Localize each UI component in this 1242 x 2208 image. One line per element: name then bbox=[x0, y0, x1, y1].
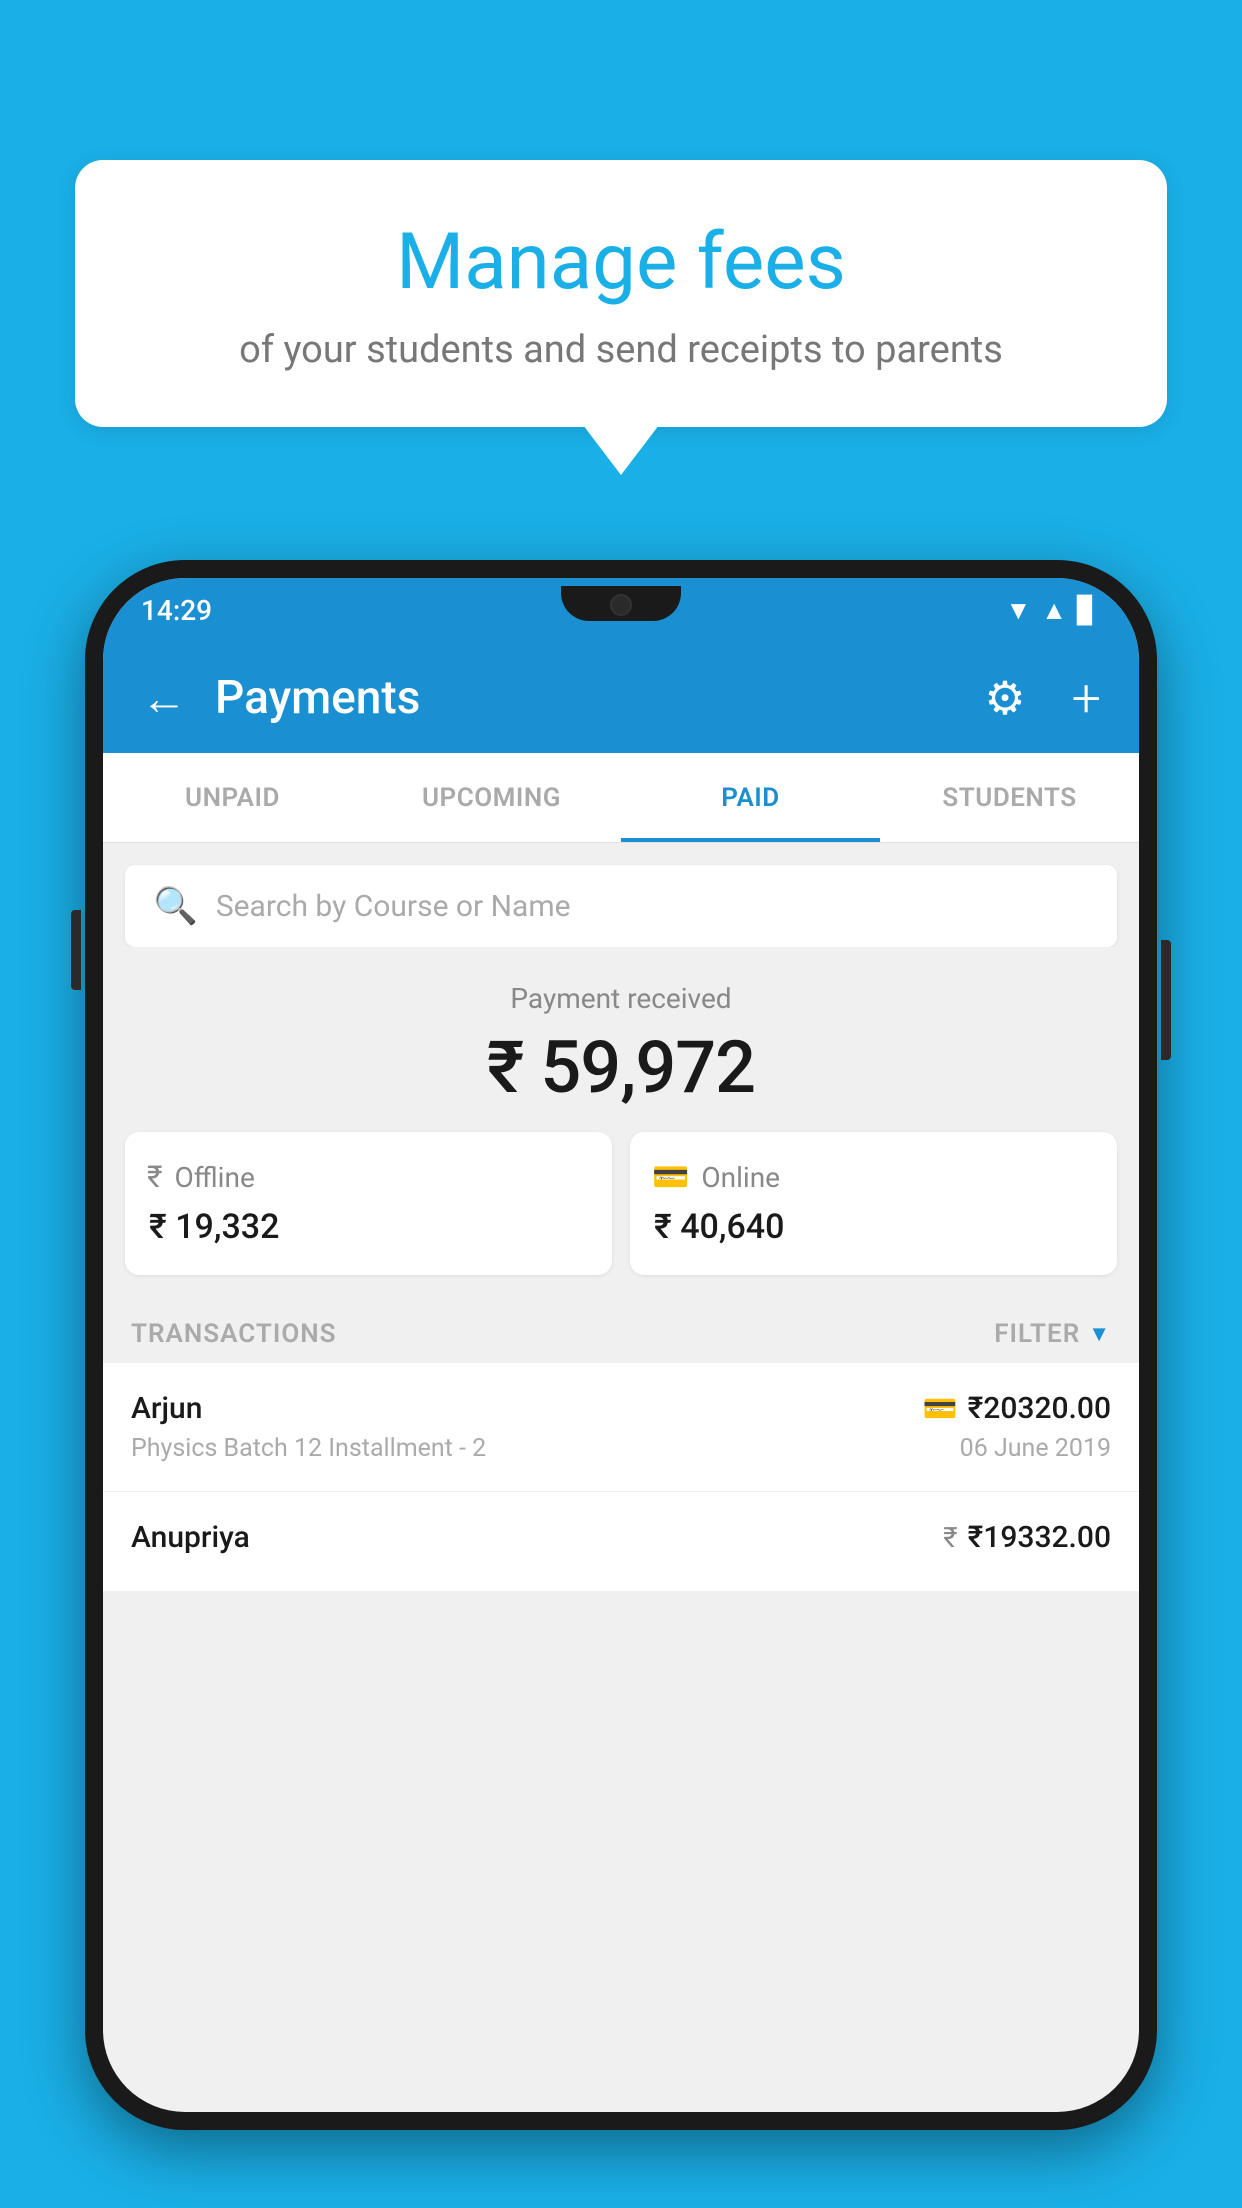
phone-container: 14:29 ▼ ▲ ▊ ← Payments ⚙ + UNPAID bbox=[85, 560, 1157, 2208]
offline-label: Offline bbox=[175, 1161, 255, 1194]
transaction-amount: ₹19332.00 bbox=[968, 1520, 1111, 1555]
content-area: 🔍 Search by Course or Name Payment recei… bbox=[103, 843, 1139, 1592]
bubble-subtitle: of your students and send receipts to pa… bbox=[125, 328, 1117, 372]
online-label: Online bbox=[701, 1161, 780, 1194]
online-payment-card: 💳 Online ₹ 40,640 bbox=[630, 1132, 1117, 1275]
phone-frame: 14:29 ▼ ▲ ▊ ← Payments ⚙ + UNPAID bbox=[85, 560, 1157, 2130]
transaction-name: Anupriya bbox=[131, 1520, 250, 1555]
bubble-title: Manage fees bbox=[125, 220, 1117, 306]
front-camera bbox=[610, 594, 632, 616]
back-button[interactable]: ← bbox=[141, 671, 187, 726]
tab-upcoming[interactable]: UPCOMING bbox=[362, 753, 621, 842]
payment-received-amount: ₹ 59,972 bbox=[125, 1025, 1117, 1110]
power-button bbox=[1161, 940, 1171, 1060]
transaction-amount-wrap: 💳 ₹20320.00 bbox=[923, 1391, 1111, 1426]
payment-cards: ₹ Offline ₹ 19,332 💳 Online ₹ 40,640 bbox=[103, 1132, 1139, 1297]
search-icon: 🔍 bbox=[153, 885, 198, 927]
transaction-payment-icon: ₹ bbox=[943, 1521, 957, 1554]
transaction-item[interactable]: Arjun 💳 ₹20320.00 Physics Batch 12 Insta… bbox=[103, 1363, 1139, 1492]
transactions-label: TRANSACTIONS bbox=[131, 1319, 337, 1349]
filter-icon: ▼ bbox=[1088, 1321, 1111, 1347]
app-bar: ← Payments ⚙ + bbox=[103, 643, 1139, 753]
online-amount: ₹ 40,640 bbox=[654, 1207, 1095, 1247]
payment-received-label: Payment received bbox=[125, 982, 1117, 1015]
tab-bar: UNPAID UPCOMING PAID STUDENTS bbox=[103, 753, 1139, 843]
speech-bubble: Manage fees of your students and send re… bbox=[75, 160, 1167, 427]
battery-icon: ▊ bbox=[1077, 596, 1097, 626]
wifi-icon: ▼ bbox=[1006, 595, 1032, 626]
settings-button[interactable]: ⚙ bbox=[984, 671, 1025, 726]
transaction-amount: ₹20320.00 bbox=[968, 1391, 1111, 1426]
status-icons: ▼ ▲ ▊ bbox=[1006, 595, 1097, 626]
status-time: 14:29 bbox=[141, 594, 212, 627]
transactions-header: TRANSACTIONS FILTER ▼ bbox=[103, 1297, 1139, 1363]
add-button[interactable]: + bbox=[1072, 668, 1101, 729]
transaction-payment-icon: 💳 bbox=[923, 1392, 958, 1425]
online-icon: 💳 bbox=[652, 1160, 689, 1195]
phone-screen: 14:29 ▼ ▲ ▊ ← Payments ⚙ + UNPAID bbox=[103, 578, 1139, 2112]
transaction-detail: Physics Batch 12 Installment - 2 bbox=[131, 1434, 486, 1463]
volume-button bbox=[71, 910, 81, 990]
tab-students[interactable]: STUDENTS bbox=[880, 753, 1139, 842]
transaction-item[interactable]: Anupriya ₹ ₹19332.00 bbox=[103, 1492, 1139, 1592]
offline-payment-card: ₹ Offline ₹ 19,332 bbox=[125, 1132, 612, 1275]
tab-paid[interactable]: PAID bbox=[621, 753, 880, 842]
search-placeholder: Search by Course or Name bbox=[216, 889, 571, 924]
filter-label: FILTER bbox=[994, 1319, 1080, 1349]
offline-amount: ₹ 19,332 bbox=[149, 1207, 590, 1247]
phone-notch bbox=[561, 586, 681, 621]
offline-icon: ₹ bbox=[147, 1160, 163, 1195]
transaction-name: Arjun bbox=[131, 1391, 202, 1426]
search-bar[interactable]: 🔍 Search by Course or Name bbox=[125, 865, 1117, 947]
filter-button[interactable]: FILTER ▼ bbox=[994, 1319, 1111, 1349]
signal-icon: ▲ bbox=[1041, 595, 1067, 626]
app-title: Payments bbox=[215, 671, 956, 725]
payment-summary: Payment received ₹ 59,972 bbox=[103, 947, 1139, 1132]
transaction-amount-wrap: ₹ ₹19332.00 bbox=[943, 1520, 1111, 1555]
tab-unpaid[interactable]: UNPAID bbox=[103, 753, 362, 842]
transaction-date: 06 June 2019 bbox=[960, 1434, 1111, 1463]
